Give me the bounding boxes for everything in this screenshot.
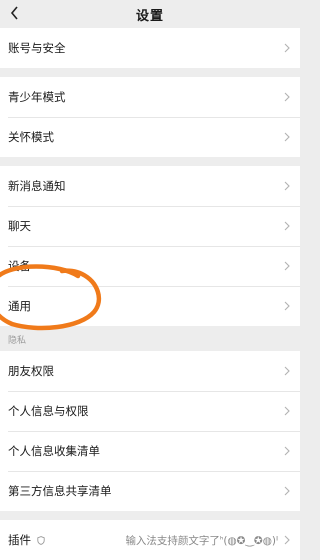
section-header-text: 隐私 [8, 336, 27, 346]
settings-item-label: 关怀模式 [8, 130, 54, 144]
chevron-right-icon [284, 366, 290, 376]
chevron-right-icon [284, 181, 290, 191]
settings-group-general: 新消息通知 聊天 设备 通用 [0, 166, 300, 326]
settings-group-plugins: 插件 输入法支持颜文字了ᑋ(◍✪‿✪◍)ᑊ [0, 520, 300, 560]
settings-item-label: 聊天 [8, 219, 31, 233]
page-title: 设置 [135, 9, 164, 24]
chevron-right-icon [284, 301, 290, 311]
settings-item-personal-info-collection[interactable]: 个人信息收集清单 [0, 431, 300, 471]
ime-status-text: 输入法支持颜文字了ᑋ(◍✪‿✪◍)ᑊ [125, 534, 278, 547]
settings-item-teen-mode[interactable]: 青少年模式 [0, 77, 300, 117]
settings-group-account: 账号与安全 [0, 28, 300, 68]
settings-item-personal-info-permissions[interactable]: 个人信息与权限 [0, 391, 300, 431]
settings-item-third-party-sharing[interactable]: 第三方信息共享清单 [0, 471, 300, 511]
settings-item-account-security[interactable]: 账号与安全 [0, 28, 300, 68]
settings-group-modes: 青少年模式 关怀模式 [0, 77, 300, 157]
chevron-right-icon [284, 261, 290, 271]
settings-item-notifications[interactable]: 新消息通知 [0, 166, 300, 206]
group-spacer [0, 68, 300, 77]
settings-item-care-mode[interactable]: 关怀模式 [0, 117, 300, 157]
settings-item-label: 设备 [8, 259, 31, 273]
settings-item-label: 新消息通知 [8, 179, 66, 193]
settings-item-label: 第三方信息共享清单 [8, 484, 112, 498]
chevron-right-icon [284, 406, 290, 416]
settings-item-chat[interactable]: 聊天 [0, 206, 300, 246]
settings-item-label: 个人信息与权限 [8, 404, 89, 418]
nav-bar: 设置 [0, 0, 300, 28]
settings-item-label: 通用 [8, 299, 31, 313]
chevron-right-icon [284, 446, 290, 456]
chevron-right-icon [284, 132, 290, 142]
settings-item-general[interactable]: 通用 [0, 286, 300, 326]
settings-item-label: 账号与安全 [8, 41, 66, 55]
settings-item-friend-permissions[interactable]: 朋友权限 [0, 351, 300, 391]
settings-item-label: 青少年模式 [8, 90, 66, 104]
settings-item-label: 朋友权限 [8, 364, 54, 378]
settings-group-privacy: 朋友权限 个人信息与权限 个人信息收集清单 第三方信息共享清单 [0, 351, 300, 511]
group-spacer [0, 511, 300, 520]
chevron-right-icon [284, 92, 290, 102]
chevron-right-icon [284, 486, 290, 496]
settings-item-plugins[interactable]: 插件 输入法支持颜文字了ᑋ(◍✪‿✪◍)ᑊ [0, 520, 300, 560]
settings-item-label: 插件 [8, 533, 31, 547]
privacy-section-header: 隐私 [0, 326, 300, 351]
settings-item-devices[interactable]: 设备 [0, 246, 300, 286]
chevron-right-icon [284, 43, 290, 53]
chevron-right-icon [284, 221, 290, 231]
group-spacer [0, 157, 300, 166]
settings-item-label: 个人信息收集清单 [8, 444, 100, 458]
